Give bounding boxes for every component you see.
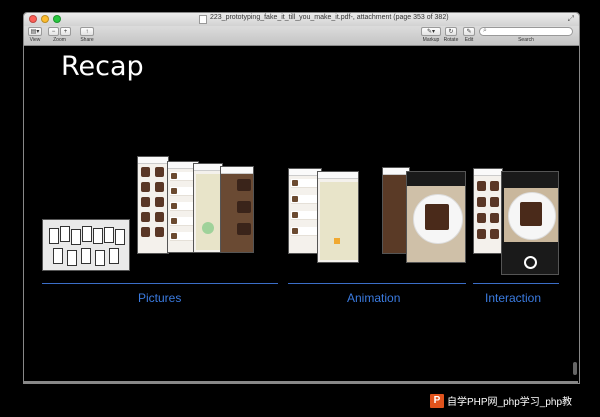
minimize-button[interactable]	[41, 15, 49, 23]
screen-food-1	[220, 166, 254, 253]
window-controls	[29, 15, 61, 23]
animation-divider	[288, 283, 466, 284]
window-title: 223_prototyping_fake_it_till_you_make_it…	[210, 14, 449, 21]
screen-detail	[406, 171, 466, 263]
section-label-interaction: Interaction	[485, 291, 542, 305]
interaction-divider	[473, 283, 559, 284]
zoom-in-button[interactable]: +	[60, 27, 71, 36]
screen-toast-grid-2	[473, 168, 503, 254]
search-label: Search	[518, 37, 534, 43]
scroll-thumb[interactable]	[573, 362, 577, 375]
view-button[interactable]: ▤▾	[28, 27, 42, 36]
slide-title: Recap	[61, 51, 144, 82]
screen-map-2	[317, 171, 359, 263]
view-label: View	[29, 37, 41, 43]
watermark-text: 自学PHP网_php学习_php教	[447, 397, 573, 408]
search-icon: ⌕	[483, 27, 487, 34]
watermark-logo: P	[430, 393, 444, 408]
markup-button[interactable]: ✎▾	[421, 27, 441, 36]
pictures-divider	[42, 283, 278, 284]
edit-label: Edit	[464, 37, 474, 43]
edit-button[interactable]: ✎	[463, 27, 475, 36]
fullscreen-icon[interactable]: ⤢	[568, 14, 574, 24]
paper-sketch-photo	[42, 219, 130, 271]
document-icon	[199, 15, 207, 24]
screen-toast-grid	[137, 156, 169, 254]
close-button[interactable]	[29, 15, 37, 23]
section-label-animation: Animation	[347, 291, 401, 305]
zoom-out-button[interactable]: −	[48, 27, 59, 36]
preview-window: 223_prototyping_fake_it_till_you_make_it…	[23, 12, 580, 384]
search-input[interactable]	[489, 28, 569, 35]
zoom-button[interactable]	[53, 15, 61, 23]
screen-map-1	[193, 163, 223, 253]
rotate-label: Rotate	[443, 37, 459, 43]
title-bar: 223_prototyping_fake_it_till_you_make_it…	[24, 13, 579, 27]
section-label-pictures: Pictures	[138, 291, 182, 305]
share-label: Share	[80, 37, 94, 43]
rotate-button[interactable]: ↻	[445, 27, 457, 36]
markup-label: Markup	[422, 37, 440, 43]
watermark: P 自学PHP网_php学习_php教	[430, 393, 572, 408]
screen-camera	[501, 171, 559, 275]
toolbar: ▤▾ View − + Zoom ↑ Share ✎▾ Markup ↻ Rot…	[24, 26, 579, 46]
slide-area: Recap Pictures Animation Interaction	[24, 46, 579, 383]
zoom-label: Zoom	[53, 37, 66, 43]
share-button[interactable]: ↑	[80, 27, 94, 36]
search-field[interactable]: ⌕	[479, 27, 573, 36]
window-bottom-edge	[23, 381, 578, 384]
